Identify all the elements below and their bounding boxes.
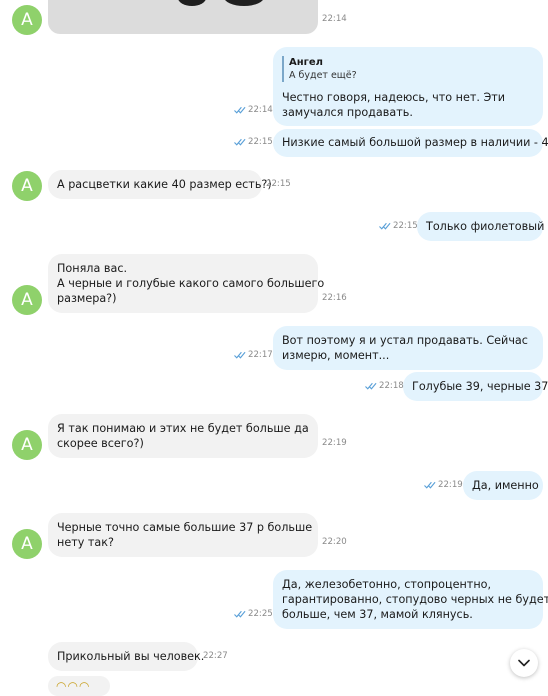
message-text: Вот поэтому я и устал продавать. Сейчас xyxy=(282,334,528,347)
message-text: А черные и голубые какого самого большег… xyxy=(57,277,325,290)
image-content xyxy=(224,0,264,6)
avatar[interactable]: A xyxy=(12,529,42,559)
message-bubble-outgoing[interactable]: Только фиолетовый xyxy=(417,212,545,241)
message-text: Голубые 39, черные 37 xyxy=(412,380,548,393)
emoji-content: ◠◠◠ xyxy=(56,679,91,693)
double-check-icon xyxy=(234,351,246,358)
message-text: размера?) xyxy=(57,292,117,305)
double-check-icon xyxy=(234,106,246,113)
message-time: 22:16 xyxy=(322,293,347,303)
avatar[interactable]: A xyxy=(12,430,42,460)
message-bubble-incoming[interactable]: А расцветки какие 40 размер есть?) xyxy=(48,170,272,199)
message-text: Да, железобетонно, стопроцентно, xyxy=(282,578,492,591)
message-time: 22:15 xyxy=(266,179,291,189)
message-text: Черные точно самые большие 37 р больше xyxy=(57,521,313,534)
scroll-down-button[interactable] xyxy=(510,649,538,677)
double-check-icon xyxy=(365,382,377,389)
message-time: 22:14 xyxy=(322,14,347,24)
double-check-icon xyxy=(379,222,391,229)
message-time: 22:19 xyxy=(424,480,463,490)
message-bubble-outgoing[interactable]: Вот поэтому я и устал продавать. Сейчас … xyxy=(273,326,543,370)
message-bubble-incoming[interactable]: Я так понимаю и этих не будет больше да … xyxy=(48,414,318,458)
quote-text: А будет ещё? xyxy=(289,70,357,81)
avatar[interactable]: A xyxy=(12,5,42,35)
message-text: гарантированно, стопудово черных не буде… xyxy=(282,593,548,606)
message-text: Поняла вас. xyxy=(57,262,128,275)
message-bubble-incoming[interactable]: Черные точно самые большие 37 р больше н… xyxy=(48,513,318,557)
avatar[interactable]: A xyxy=(12,171,42,201)
message-text: больше, чем 37, мамой клянусь. xyxy=(282,608,473,621)
message-bubble-outgoing[interactable]: Низкие самый большой размер в наличии - … xyxy=(273,129,548,157)
message-bubble-incoming[interactable]: ◠◠◠ xyxy=(48,676,110,696)
message-time: 22:27 xyxy=(203,651,228,661)
message-text: Да, именно xyxy=(472,479,539,492)
message-time: 22:20 xyxy=(322,537,347,547)
message-bubble-outgoing[interactable]: Ангел А будет ещё? Честно говоря, надеюс… xyxy=(273,47,543,126)
message-text: Низкие самый большой размер в наличии - … xyxy=(282,136,548,149)
message-bubble-incoming[interactable]: Поняла вас. А черные и голубые какого са… xyxy=(48,254,325,313)
message-text: Честно говоря, надеюсь, что нет. Эти xyxy=(282,91,506,104)
message-text: измерю, момент... xyxy=(282,349,390,362)
message-text: Только фиолетовый xyxy=(426,220,545,233)
message-time: 22:15 xyxy=(234,137,273,147)
avatar[interactable]: A xyxy=(12,285,42,315)
message-bubble-outgoing[interactable]: Голубые 39, черные 37 xyxy=(403,372,548,401)
message-time: 22:25 xyxy=(234,609,273,619)
message-time: 22:14 xyxy=(234,105,273,115)
quote-author: Ангел xyxy=(289,57,323,68)
message-time: 22:18 xyxy=(365,381,404,391)
reply-quote[interactable]: Ангел А будет ещё? xyxy=(282,56,534,82)
message-text: А расцветки какие 40 размер есть?) xyxy=(57,178,272,191)
chevron-down-icon xyxy=(518,659,530,667)
message-bubble-outgoing[interactable]: Да, железобетонно, стопроцентно, гаранти… xyxy=(273,570,548,629)
message-text: Прикольный вы человек. xyxy=(57,650,205,663)
image-message[interactable] xyxy=(48,0,318,34)
image-content xyxy=(178,0,206,6)
message-bubble-incoming[interactable]: Прикольный вы человек. xyxy=(48,642,205,671)
message-time: 22:19 xyxy=(322,438,347,448)
message-text: нету так? xyxy=(57,536,114,549)
message-time: 22:17 xyxy=(234,350,273,360)
double-check-icon xyxy=(424,481,436,488)
message-text: замучался продавать. xyxy=(282,106,413,119)
message-time: 22:15 xyxy=(379,221,418,231)
double-check-icon xyxy=(234,610,246,617)
message-bubble-outgoing[interactable]: Да, именно xyxy=(463,471,543,500)
message-text: скорее всего?) xyxy=(57,437,144,450)
double-check-icon xyxy=(234,138,246,145)
message-text: Я так понимаю и этих не будет больше да xyxy=(57,422,309,435)
